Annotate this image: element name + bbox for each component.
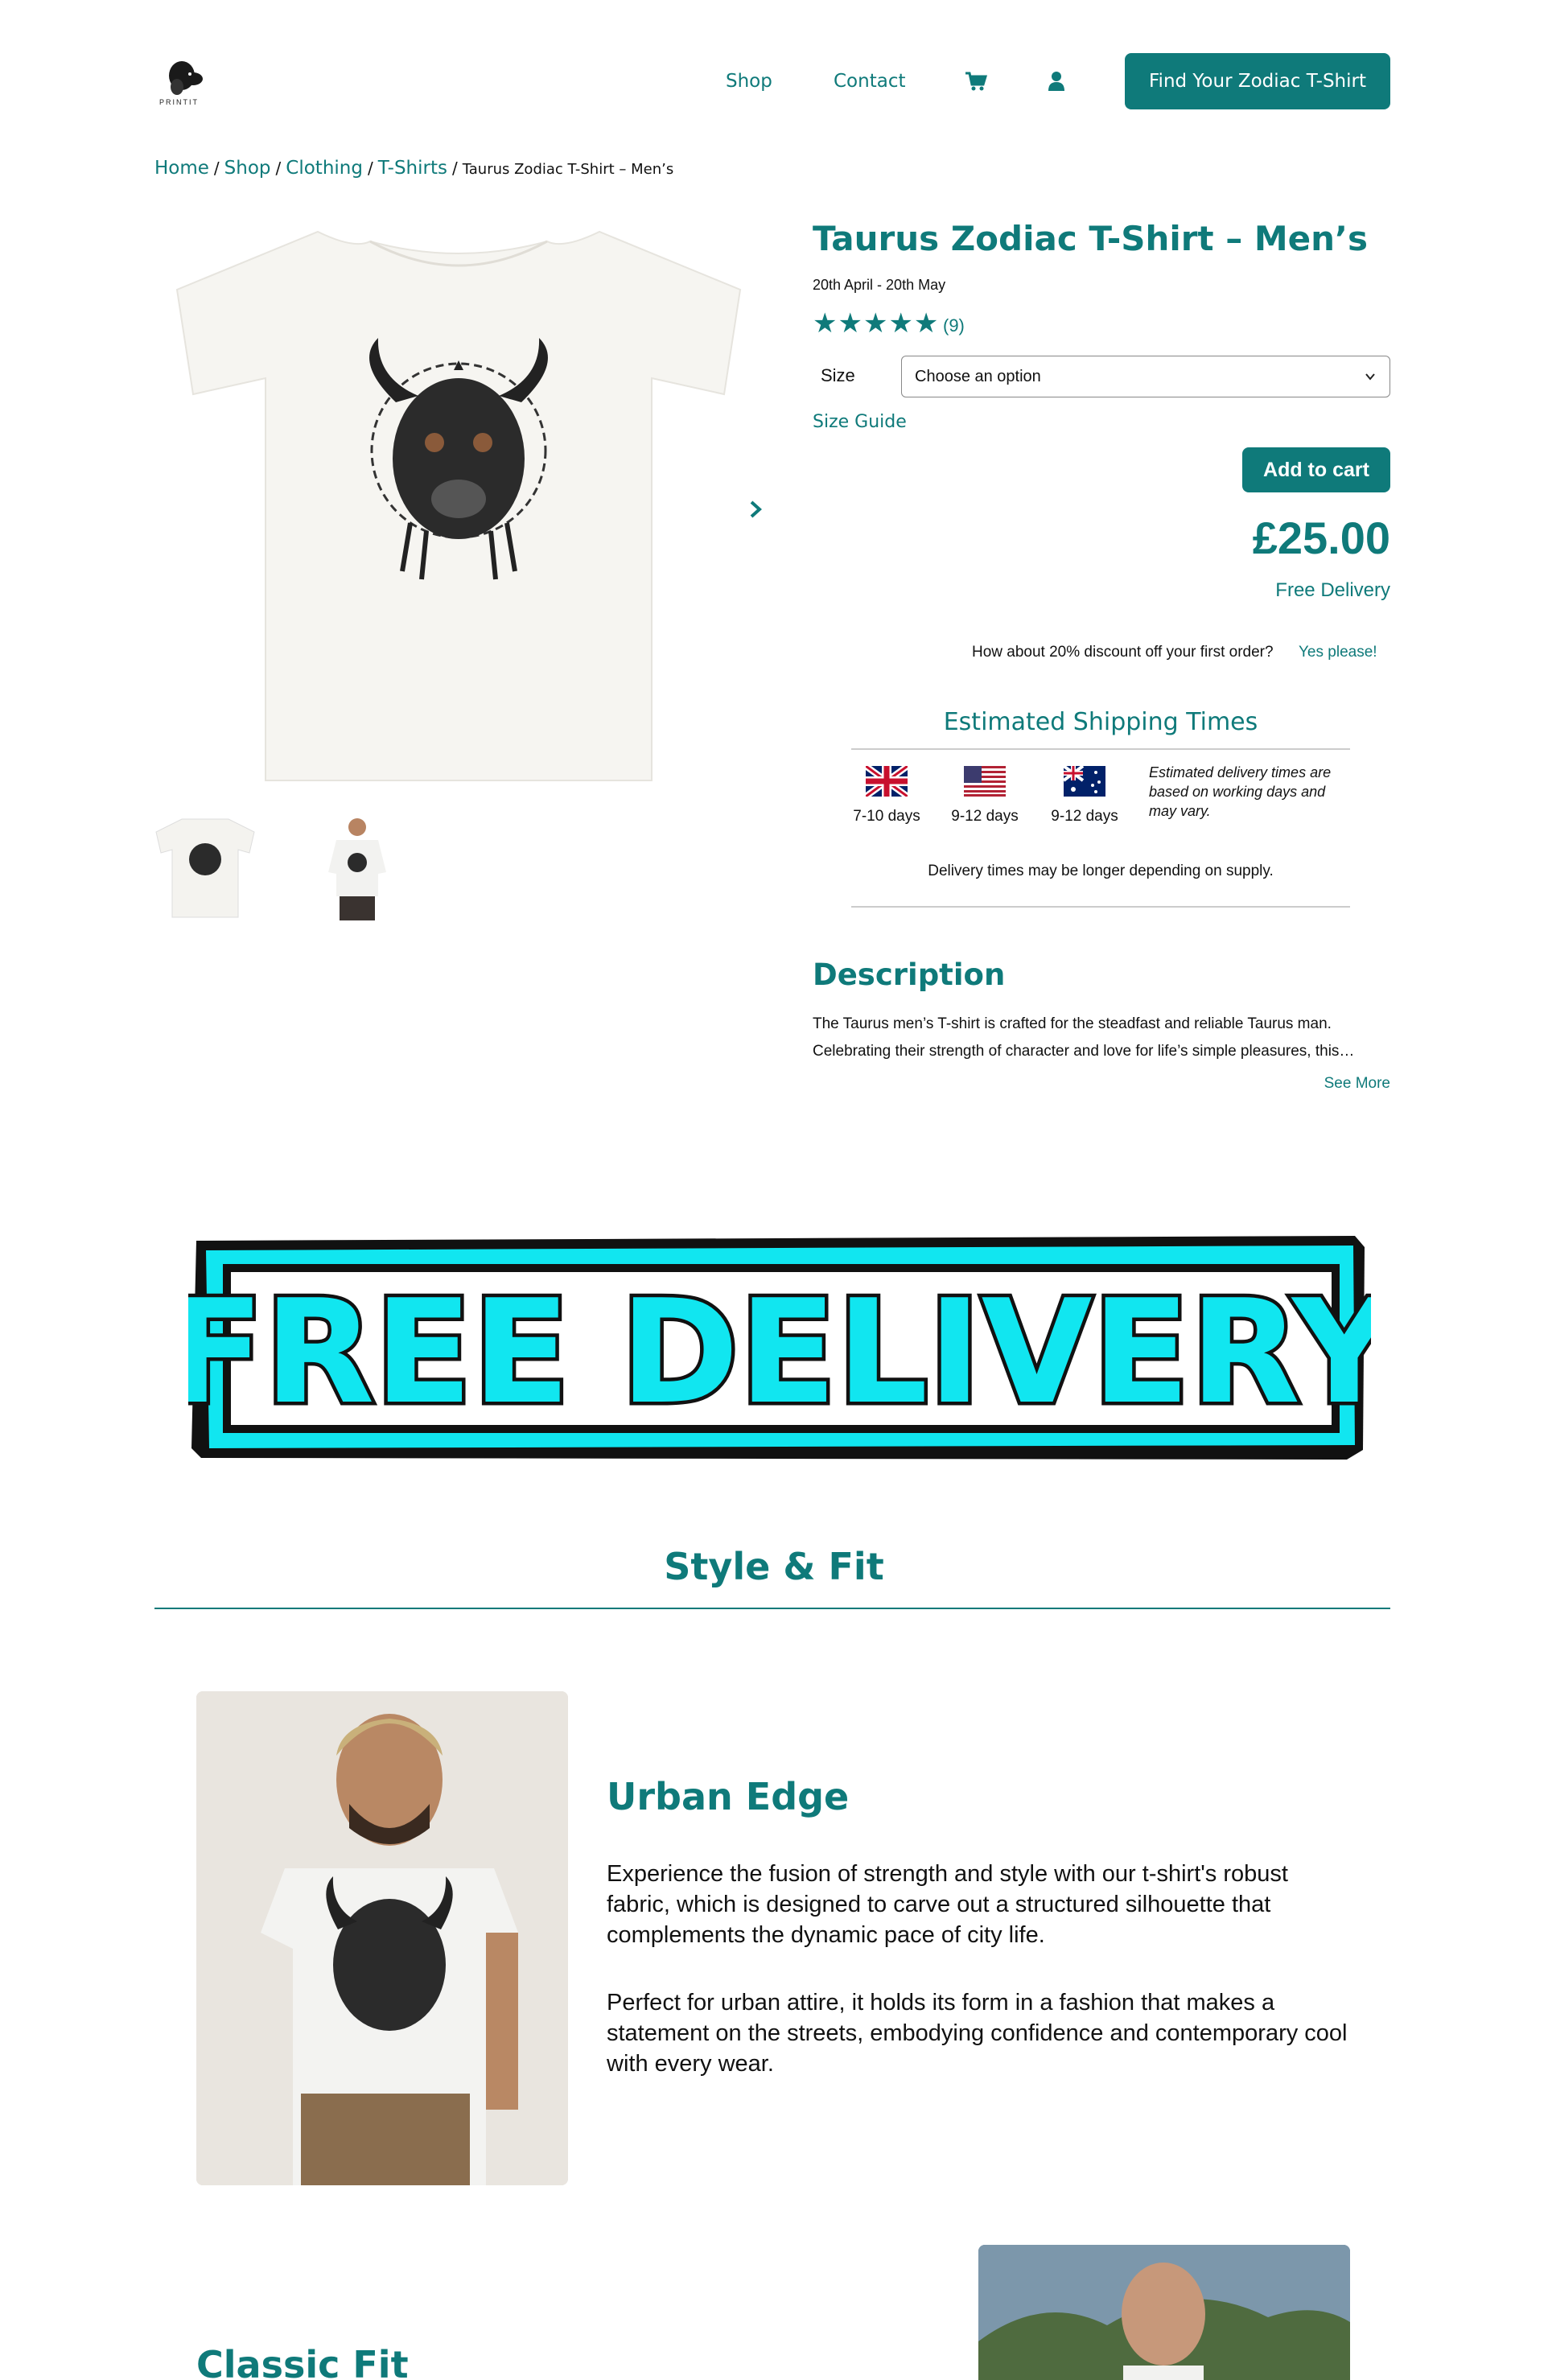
description-title: Description [813, 957, 1006, 992]
style-fit-title: Style & Fit [664, 1545, 884, 1588]
shipping-title: Estimated Shipping Times [943, 708, 1258, 736]
see-more-link[interactable]: See More [1324, 1075, 1390, 1093]
review-count[interactable]: (9) [943, 315, 965, 336]
zodiac-dates: 20th April - 20th May [813, 277, 946, 293]
free-delivery-label: Free Delivery [1275, 579, 1390, 601]
gallery-thumbnail[interactable] [320, 816, 394, 920]
add-to-cart-button[interactable]: Add to cart [1242, 447, 1390, 492]
us-shipping-days: 9-12 days [951, 808, 1019, 825]
au-shipping-days: 9-12 days [1051, 808, 1118, 825]
description-line: Celebrating their strength of character … [813, 1043, 1355, 1060]
classic-fit-title: Classic Fit [196, 2343, 409, 2380]
breadcrumb-tshirts[interactable]: T-Shirts [378, 158, 447, 179]
au-flag-icon [1062, 764, 1105, 797]
nav-shop-link[interactable]: Shop [726, 71, 772, 92]
size-select[interactable]: Choose an option [901, 356, 1390, 397]
rating-stars[interactable]: ★★★★★ [813, 307, 939, 340]
nav-contact-link[interactable]: Contact [834, 71, 905, 92]
urban-edge-title: Urban Edge [607, 1775, 850, 1818]
free-delivery-banner: FREE DELIVERY [163, 1231, 1402, 1464]
uk-shipping-days: 7-10 days [853, 808, 920, 825]
shipping-note: Estimated delivery times are based on wo… [1149, 764, 1332, 819]
divider [851, 906, 1350, 908]
discount-offer-text: How about 20% discount off your first or… [972, 644, 1274, 661]
divider [851, 748, 1350, 750]
breadcrumb-shop[interactable]: Shop [224, 158, 271, 179]
description-text: The Taurus men’s T-shirt is crafted for … [813, 1011, 1390, 1065]
user-icon[interactable] [1044, 69, 1068, 93]
gallery-thumbnail[interactable] [154, 816, 256, 920]
product-title: Taurus Zodiac T-Shirt – Men’s [813, 219, 1368, 258]
description-line: The Taurus men’s T-shirt is crafted for … [813, 1015, 1332, 1032]
size-guide-link[interactable]: Size Guide [813, 412, 907, 432]
logo-text: PRINTIT [159, 98, 199, 106]
us-flag-icon [964, 766, 1006, 797]
breadcrumb-clothing[interactable]: Clothing [286, 158, 363, 179]
urban-edge-paragraph: Experience the fusion of strength and st… [607, 1861, 1288, 1948]
size-select-value: Choose an option [915, 367, 1041, 385]
discount-accept-link[interactable]: Yes please! [1299, 644, 1377, 661]
model-photo [196, 1691, 568, 2185]
size-label: Size [821, 365, 855, 385]
cart-icon[interactable] [964, 69, 988, 93]
urban-edge-paragraph: Perfect for urban attire, it holds its f… [607, 1990, 1348, 2077]
breadcrumb-current: Taurus Zodiac T-Shirt – Men’s [462, 161, 674, 178]
banner-text: FREE DELIVERY [188, 1269, 1371, 1435]
chevron-down-icon [1365, 373, 1375, 381]
model-photo [978, 2245, 1350, 2380]
supply-note: Delivery times may be longer depending o… [928, 863, 1274, 879]
gallery-next-arrow[interactable] [743, 497, 768, 521]
product-price: £25.00 [1252, 513, 1390, 563]
product-main-image[interactable] [161, 217, 756, 789]
divider [154, 1608, 1390, 1609]
uk-flag-icon [863, 763, 910, 800]
breadcrumb-home[interactable]: Home [154, 158, 209, 179]
find-zodiac-button[interactable]: Find Your Zodiac T-Shirt [1125, 53, 1390, 109]
breadcrumb: Home / Shop / Clothing / T-Shirts / Taurus Zodia… [154, 158, 674, 179]
